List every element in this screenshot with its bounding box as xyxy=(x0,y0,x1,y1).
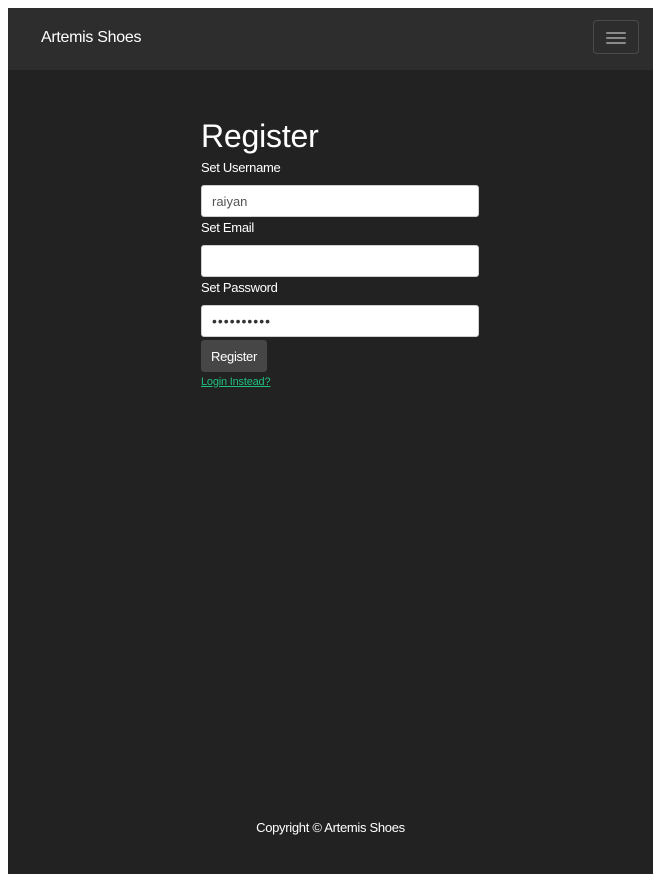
register-button[interactable]: Register xyxy=(201,340,268,372)
email-input[interactable] xyxy=(201,245,479,277)
register-form: Register Set Username Set Email Set Pass… xyxy=(201,116,481,388)
login-instead-link[interactable]: Login Instead? xyxy=(201,376,481,388)
username-input[interactable] xyxy=(201,185,479,217)
app-viewport: Artemis Shoes Register Set Username Set … xyxy=(8,8,653,874)
password-input[interactable] xyxy=(201,305,479,337)
email-label: Set Email xyxy=(201,220,254,235)
brand-link[interactable]: Artemis Shoes xyxy=(41,29,141,47)
footer-copyright: Copyright © Artemis Shoes xyxy=(256,820,405,835)
hamburger-menu-icon xyxy=(606,32,626,34)
hamburger-menu-icon-line xyxy=(606,37,626,39)
password-label: Set Password xyxy=(201,280,278,295)
navbar: Artemis Shoes xyxy=(8,8,653,70)
page-title: Register xyxy=(201,118,319,154)
username-label: Set Username xyxy=(201,160,281,175)
hamburger-menu-icon-line xyxy=(606,42,626,44)
navbar-toggle-button[interactable] xyxy=(593,20,639,54)
